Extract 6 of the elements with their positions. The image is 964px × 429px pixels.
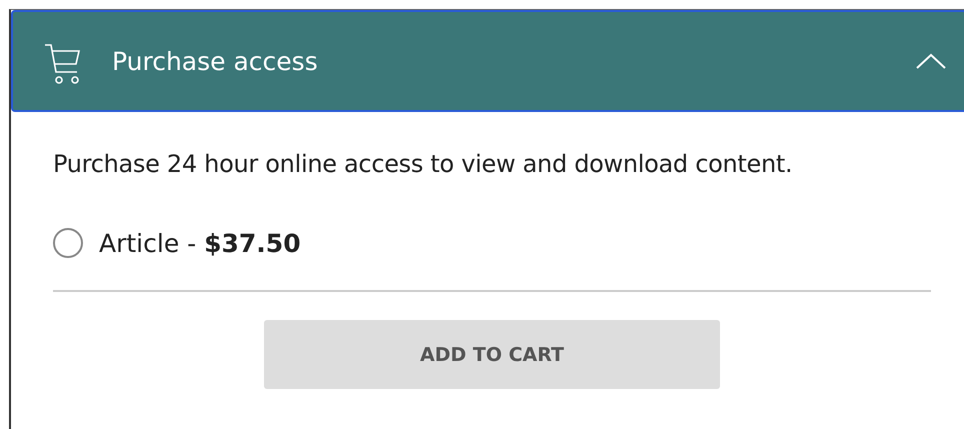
description-text: Purchase 24 hour online access to view and download content.: [53, 150, 794, 178]
accordion-header[interactable]: Purchase access: [11, 10, 964, 112]
cart-icon: [43, 42, 83, 86]
option-label[interactable]: Article - $37.50: [99, 228, 301, 258]
chevron-up-icon: [916, 53, 946, 69]
radio-button[interactable]: [53, 228, 83, 258]
